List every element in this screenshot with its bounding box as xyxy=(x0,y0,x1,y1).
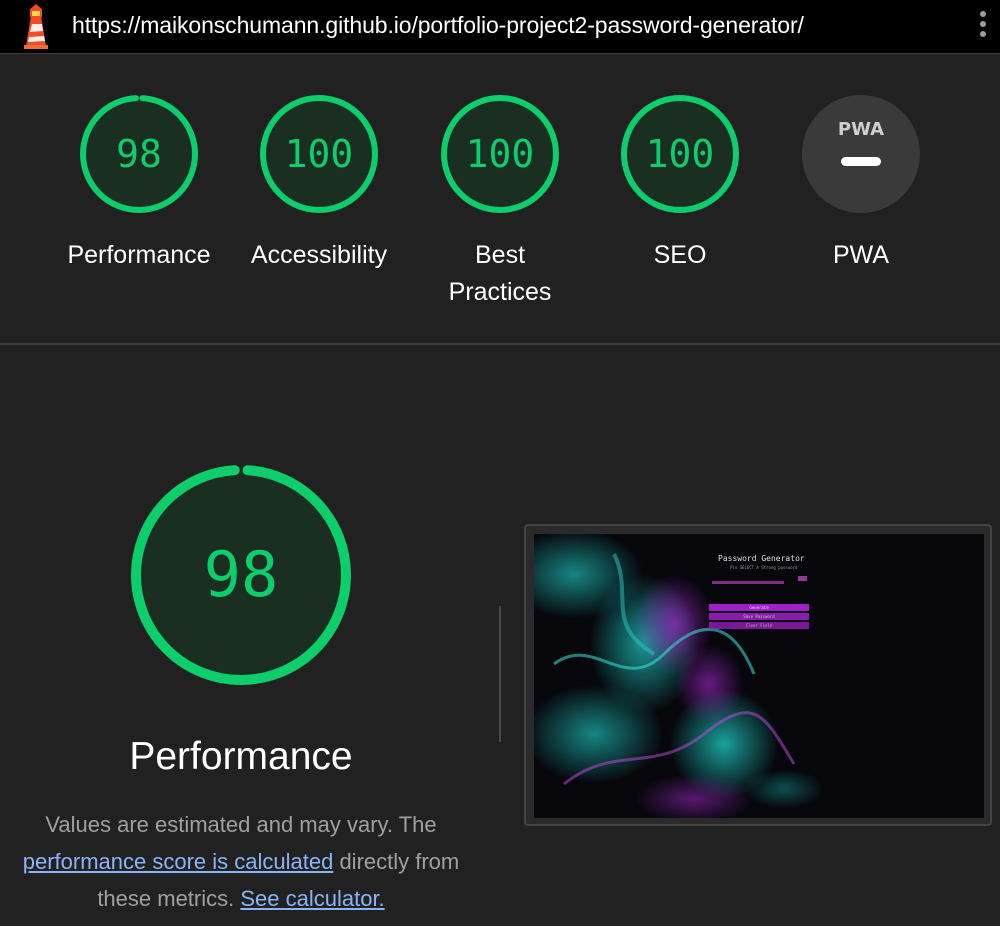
gauge-label: Accessibility xyxy=(250,241,388,269)
vertical-separator xyxy=(499,606,501,742)
gauge-seo[interactable]: 100 SEO xyxy=(590,93,770,274)
score-ring: 98 xyxy=(80,95,198,213)
performance-title: Performance xyxy=(129,735,353,778)
gauge-best-practices[interactable]: 100 Best Practices xyxy=(410,93,590,311)
performance-big-gauge: 98 xyxy=(131,465,351,685)
pwa-badge-icon: PWA xyxy=(802,95,920,213)
screenshot-save-button: Save Password xyxy=(709,613,809,620)
gauge-accessibility[interactable]: 100 Accessibility xyxy=(229,93,409,274)
screenshot-generate-button: Generate xyxy=(709,604,809,611)
screenshot-button-label: Clear Field xyxy=(745,623,773,628)
gauge-pwa[interactable]: PWA PWA xyxy=(771,93,951,274)
kebab-menu-icon[interactable] xyxy=(972,8,994,44)
screenshot-title: Password Generator xyxy=(718,554,805,563)
page-screenshot-frame[interactable]: Password Generator Pls SELECT A Strong p… xyxy=(524,524,992,826)
score-value: 100 xyxy=(646,132,715,176)
score-ring: 100 xyxy=(260,95,378,213)
abstract-background-image xyxy=(534,534,984,818)
performance-score: 98 xyxy=(204,538,279,611)
gauge-label: SEO xyxy=(653,241,707,269)
screenshot-button-label: Generate xyxy=(749,605,769,610)
lighthouse-icon xyxy=(24,4,48,49)
screenshot-subtitle: Pls SELECT A Strong password xyxy=(730,565,798,570)
gauge-label: PWA xyxy=(832,241,890,269)
section-divider xyxy=(0,343,1000,345)
score-ring: 100 xyxy=(441,95,559,213)
score-ring: 100 xyxy=(621,95,739,213)
gauge-label: Performance xyxy=(67,241,211,269)
page-screenshot: Password Generator Pls SELECT A Strong p… xyxy=(534,534,984,818)
performance-description: Values are estimated and may vary. The p… xyxy=(8,806,474,917)
pwa-badge-text: PWA xyxy=(838,119,884,140)
screenshot-button-label: Save Password xyxy=(743,614,775,619)
see-calculator-link[interactable]: See calculator. xyxy=(240,886,384,911)
score-value: 98 xyxy=(116,132,162,176)
screenshot-clear-button: Clear Field xyxy=(709,622,809,629)
score-value: 100 xyxy=(466,132,535,176)
score-value: 100 xyxy=(285,132,354,176)
gauge-performance[interactable]: 98 Performance xyxy=(49,93,229,274)
category-gauges: 98 Performance 100 Accessibility 100 Bes… xyxy=(0,55,1000,343)
gauge-label: Best Practices xyxy=(448,241,552,306)
score-calculated-link[interactable]: performance score is calculated xyxy=(23,849,334,874)
top-bar: https://maikonschumann.github.io/portfol… xyxy=(0,0,1000,54)
page-url[interactable]: https://maikonschumann.github.io/portfol… xyxy=(72,12,804,39)
desc-text: Values are estimated and may vary. The xyxy=(45,812,437,837)
